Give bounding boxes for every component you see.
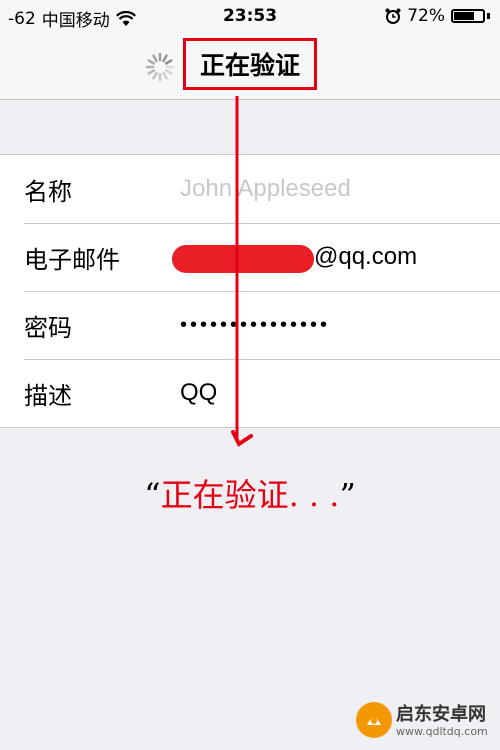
password-row[interactable]: 密码 ••••••••••••••• [0,291,500,359]
status-right: 72% [385,6,490,26]
battery-level [454,12,474,20]
site-watermark: 启东安卓网 www.qdltdq.com [356,698,494,744]
spinner-spoke [164,59,173,65]
spinner-spoke [152,71,158,80]
account-form: 名称 John Appleseed 电子邮件 @qq.com 密码 ••••••… [0,154,500,428]
caption-text: 正在验证. . . [160,476,340,514]
annotation-caption: “正在验证. . .” [0,470,500,516]
battery-percent: 72% [407,6,445,26]
watermark-logo-icon [356,702,392,738]
name-label: 名称 [24,177,72,206]
spinner-spoke [164,69,173,75]
redaction-mark [172,245,314,273]
email-field[interactable]: @qq.com [314,243,417,271]
spinner-spoke [152,54,158,63]
battery-tip [487,13,490,19]
battery-icon [451,9,485,23]
close-quote: ” [339,476,356,514]
description-row[interactable]: 描述 QQ [0,359,500,427]
description-label: 描述 [24,381,72,410]
status-bar: -62 中国移动 23:53 72% [0,0,500,34]
watermark-url: www.qdltdq.com [396,725,488,738]
nav-title-highlight: 正在验证 [183,38,317,90]
spinner-spoke [162,71,168,80]
activity-spinner-icon [145,52,175,82]
spinner-spoke [147,69,156,75]
name-field[interactable]: John Appleseed [180,175,351,203]
description-field[interactable]: QQ [180,379,217,407]
name-row[interactable]: 名称 John Appleseed [0,155,500,223]
password-label: 密码 [24,313,72,342]
navigation-bar: 正在验证 [0,34,500,100]
alarm-icon [385,8,401,24]
nav-title: 正在验证 [199,51,300,80]
open-quote: “ [144,476,161,514]
spinner-spoke [162,54,168,63]
watermark-title: 启东安卓网 [396,704,486,725]
spinner-spoke [147,59,156,65]
email-row[interactable]: 电子邮件 @qq.com [0,223,500,291]
email-label: 电子邮件 [24,245,120,274]
password-field[interactable]: ••••••••••••••• [180,314,330,337]
